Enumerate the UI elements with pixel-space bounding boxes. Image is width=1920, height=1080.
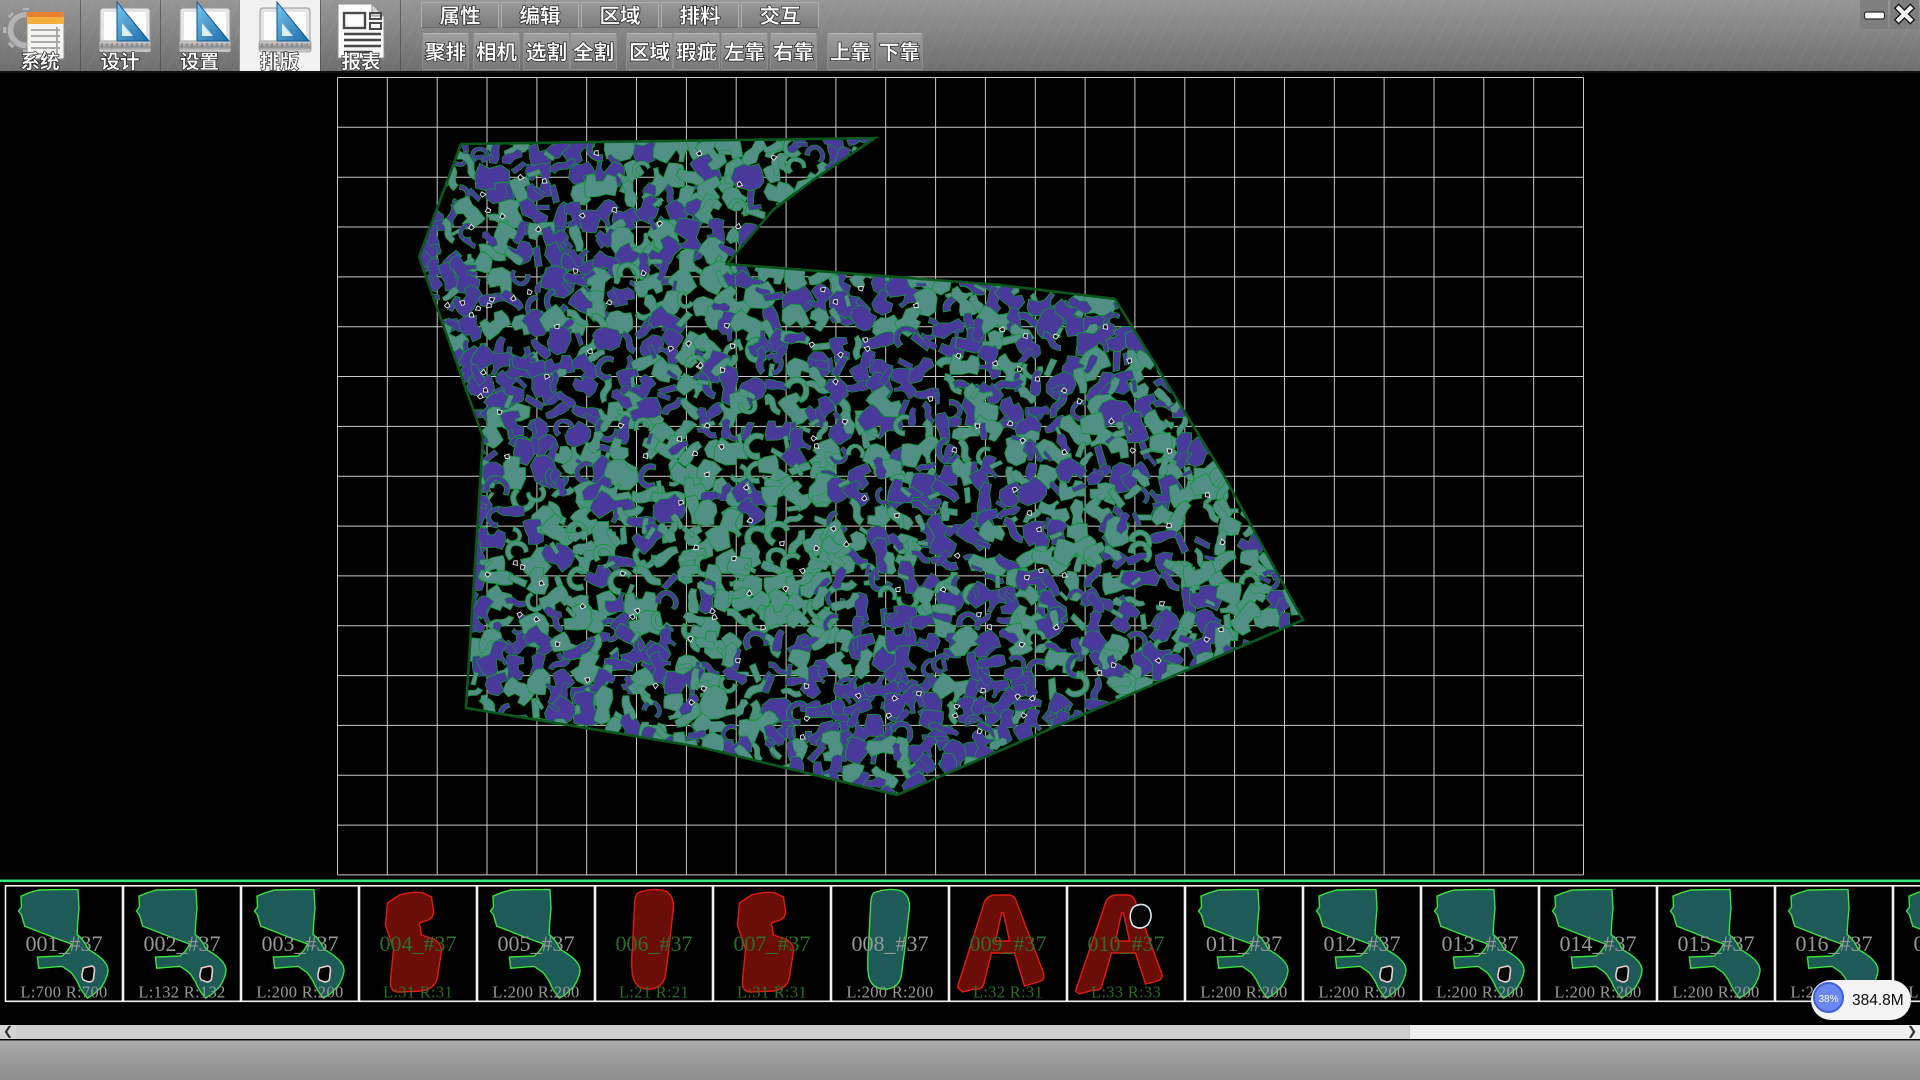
- svg-text:L:31 R:31: L:31 R:31: [383, 983, 453, 1002]
- svg-text:L:21 R:21: L:21 R:21: [619, 983, 689, 1002]
- svg-text:017_#37: 017_#37: [1914, 931, 1920, 956]
- svg-text:009_#37: 009_#37: [970, 931, 1047, 956]
- svg-text:L:132 R:132: L:132 R:132: [138, 983, 225, 1002]
- svg-text:L:31 R:31: L:31 R:31: [737, 983, 807, 1002]
- svg-text:L:200 R:200: L:200 R:200: [1318, 983, 1405, 1002]
- svg-text:016_#37: 016_#37: [1796, 931, 1873, 956]
- svg-text:L:32 R:31: L:32 R:31: [973, 983, 1043, 1002]
- svg-text:L:200 R:200: L:200 R:200: [846, 983, 933, 1002]
- svg-text:005_#37: 005_#37: [498, 931, 575, 956]
- svg-text:L:200 R:200: L:200 R:200: [492, 983, 579, 1002]
- svg-text:013_#37: 013_#37: [1442, 931, 1519, 956]
- svg-text:001_#37: 001_#37: [26, 931, 103, 956]
- svg-text:L:200 R:200: L:200 R:200: [256, 983, 343, 1002]
- svg-text:003_#37: 003_#37: [262, 931, 339, 956]
- svg-text:L:33 R:33: L:33 R:33: [1091, 983, 1161, 1002]
- svg-text:L:700 R:700: L:700 R:700: [20, 983, 107, 1002]
- svg-text:002_#37: 002_#37: [144, 931, 221, 956]
- svg-text:011_#37: 011_#37: [1206, 931, 1282, 956]
- svg-text:006_#37: 006_#37: [616, 931, 693, 956]
- svg-text:010_#37: 010_#37: [1088, 931, 1165, 956]
- svg-text:L:200 R:200: L:200 R:200: [1672, 983, 1759, 1002]
- svg-text:L:200 R:200: L:200 R:200: [1436, 983, 1523, 1002]
- svg-text:007_#37: 007_#37: [734, 931, 811, 956]
- svg-text:004_#37: 004_#37: [380, 931, 457, 956]
- svg-text:014_#37: 014_#37: [1560, 931, 1637, 956]
- svg-text:015_#37: 015_#37: [1678, 931, 1755, 956]
- svg-text:L:200 R:200: L:200 R:200: [1554, 983, 1641, 1002]
- svg-text:008_#37: 008_#37: [852, 931, 929, 956]
- svg-text:012_#37: 012_#37: [1324, 931, 1401, 956]
- svg-text:L:200 R:200: L:200 R:200: [1200, 983, 1287, 1002]
